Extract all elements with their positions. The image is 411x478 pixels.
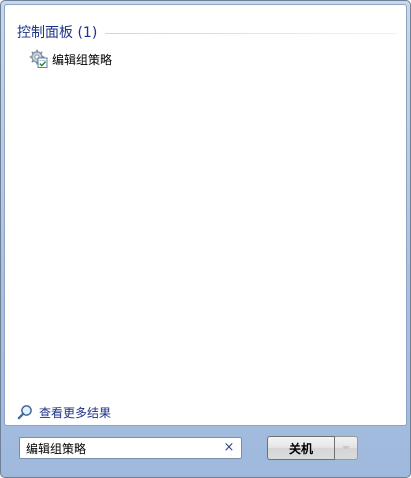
- power-options-button[interactable]: [335, 436, 358, 460]
- magnifier-icon: [17, 405, 32, 420]
- group-policy-icon: [29, 49, 48, 68]
- start-menu: 控制面板 (1) 编辑组策略 查看更多结果 编辑组策略 × 关机: [0, 0, 411, 478]
- search-input[interactable]: [20, 439, 216, 457]
- clear-search-button[interactable]: ×: [222, 440, 236, 456]
- section-divider: [105, 32, 397, 34]
- result-item-group-policy[interactable]: 编辑组策略: [29, 48, 229, 70]
- section-title: 控制面板 (1): [17, 25, 98, 41]
- see-more-results-link[interactable]: 查看更多结果: [17, 402, 111, 422]
- see-more-label: 查看更多结果: [39, 405, 112, 420]
- result-item-label: 编辑组策略: [52, 52, 113, 67]
- search-results-panel: 控制面板 (1) 编辑组策略 查看更多结果: [4, 4, 407, 426]
- search-box: ×: [19, 437, 242, 459]
- chevron-down-icon: [342, 446, 350, 450]
- results-section-header: 控制面板 (1): [17, 21, 397, 43]
- shutdown-button[interactable]: 关机: [267, 436, 335, 460]
- power-controls: 关机: [267, 436, 358, 460]
